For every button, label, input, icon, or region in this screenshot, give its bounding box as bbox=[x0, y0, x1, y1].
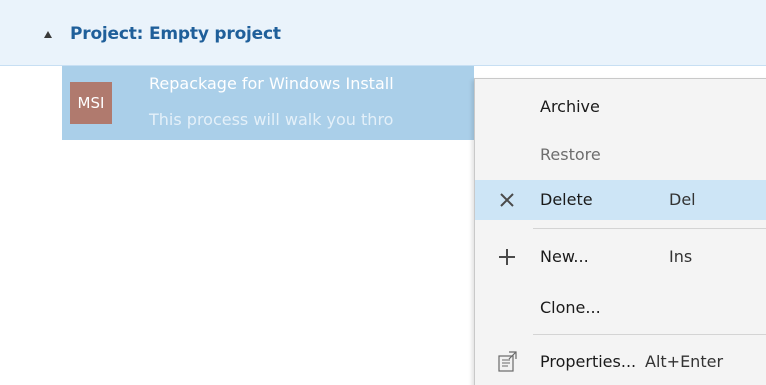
menu-item-clone[interactable]: Clone... bbox=[475, 288, 766, 328]
project-title: Project: Empty project bbox=[70, 24, 281, 44]
menu-item-label: Properties... bbox=[540, 352, 637, 371]
plus-icon bbox=[495, 245, 519, 269]
msi-badge-label: MSI bbox=[77, 94, 105, 112]
menu-item-delete[interactable]: Delete Del bbox=[475, 180, 766, 220]
menu-separator bbox=[533, 334, 766, 335]
project-header[interactable]: Project: Empty project bbox=[0, 0, 766, 66]
menu-item-shortcut: Ins bbox=[669, 247, 693, 266]
msi-icon: MSI bbox=[70, 82, 112, 124]
menu-item-label: New... bbox=[540, 247, 589, 266]
item-title: Repackage for Windows Install bbox=[149, 74, 394, 93]
collapse-arrow-icon[interactable] bbox=[44, 31, 52, 38]
menu-separator bbox=[533, 228, 766, 229]
item-subtitle: This process will walk you thro bbox=[149, 110, 394, 129]
menu-item-archive[interactable]: Archive bbox=[475, 87, 766, 127]
menu-item-label: Delete bbox=[540, 190, 593, 209]
close-icon-svg bbox=[500, 193, 514, 207]
context-menu: Archive Restore Delete Del New... Ins Cl… bbox=[474, 78, 766, 385]
list-item[interactable]: MSI Repackage for Windows Install This p… bbox=[62, 66, 474, 140]
menu-item-restore[interactable]: Restore bbox=[475, 135, 766, 175]
menu-item-shortcut: Alt+Enter bbox=[645, 352, 724, 371]
properties-icon bbox=[495, 350, 519, 374]
menu-item-new[interactable]: New... Ins bbox=[475, 237, 766, 277]
menu-item-label: Clone... bbox=[540, 298, 601, 317]
close-icon bbox=[495, 188, 519, 212]
properties-icon-svg bbox=[498, 351, 517, 372]
menu-item-label: Restore bbox=[540, 145, 601, 164]
app-window: Project: Empty project MSI Repackage for… bbox=[0, 0, 766, 385]
menu-item-properties[interactable]: Properties... Alt+Enter bbox=[475, 342, 766, 382]
menu-item-shortcut: Del bbox=[669, 190, 696, 209]
plus-icon-svg bbox=[499, 249, 515, 265]
menu-item-label: Archive bbox=[540, 97, 600, 116]
